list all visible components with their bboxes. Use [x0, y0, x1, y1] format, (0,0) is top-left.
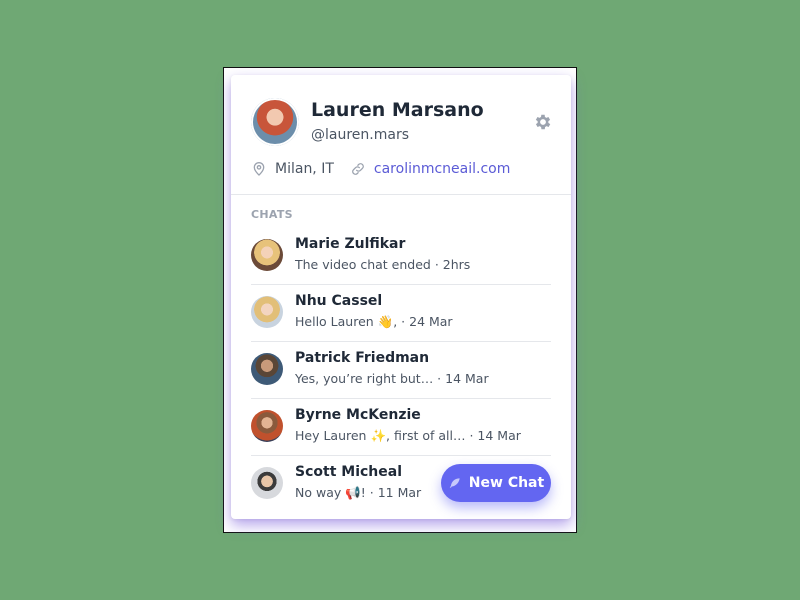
chat-contact-name: Patrick Friedman [295, 350, 430, 366]
new-chat-label: New Chat [468, 475, 545, 491]
profile-avatar [251, 98, 299, 146]
profile-meta: Milan, IT carolinmcneail.com [251, 159, 510, 179]
new-chat-button[interactable]: New Chat [441, 464, 551, 502]
avatar [251, 296, 283, 328]
feather-icon [449, 478, 460, 488]
chat-item-nhu-cassel[interactable]: Nhu Cassel Hello Lauren 👋, · 24 Mar [251, 285, 551, 342]
avatar [251, 239, 283, 271]
chat-preview: Hello Lauren 👋, · 24 Mar [295, 314, 453, 329]
gear-icon[interactable] [533, 112, 553, 132]
profile-handle: @lauren.mars [311, 127, 409, 143]
chat-panel: Lauren Marsano @lauren.mars Milan, IT ca… [231, 75, 571, 519]
chat-preview: The video chat ended · 2hrs [295, 257, 471, 272]
profile-location: Milan, IT [275, 161, 334, 177]
profile-header: Lauren Marsano @lauren.mars Milan, IT ca… [231, 75, 571, 195]
chat-item-patrick-friedman[interactable]: Patrick Friedman Yes, you’re right but… … [251, 342, 551, 399]
chat-contact-name: Marie Zulfikar [295, 236, 406, 252]
chat-item-marie-zulfikar[interactable]: Marie Zulfikar The video chat ended · 2h… [251, 228, 551, 285]
chat-contact-name: Nhu Cassel [295, 293, 383, 309]
chat-contact-name: Scott Micheal [295, 464, 402, 480]
avatar [251, 410, 283, 442]
chats-section-label: CHATS [251, 208, 293, 221]
avatar [251, 467, 283, 499]
map-pin-icon [253, 162, 265, 176]
profile-name: Lauren Marsano [311, 99, 484, 121]
avatar [251, 353, 283, 385]
chat-preview: No way 📢! · 11 Mar [295, 485, 422, 500]
chat-preview: Yes, you’re right but… · 14 Mar [295, 371, 489, 386]
chat-preview: Hey Lauren ✨, first of all… · 14 Mar [295, 428, 521, 443]
chat-item-byrne-mckenzie[interactable]: Byrne McKenzie Hey Lauren ✨, first of al… [251, 399, 551, 456]
chat-contact-name: Byrne McKenzie [295, 407, 421, 423]
profile-website-link[interactable]: carolinmcneail.com [374, 161, 510, 177]
link-icon [352, 163, 364, 175]
